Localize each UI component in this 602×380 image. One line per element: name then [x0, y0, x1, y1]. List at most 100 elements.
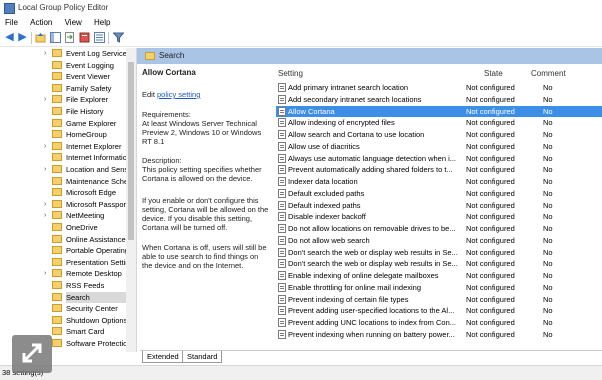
- setting-row[interactable]: Prevent indexing of certain file types No…: [276, 294, 602, 306]
- setting-row[interactable]: Default excluded paths Not configured No: [276, 188, 602, 200]
- show-hide-tree-icon[interactable]: [50, 32, 61, 43]
- setting-row[interactable]: Allow indexing of encrypted files Not con…: [276, 117, 602, 129]
- setting-row[interactable]: Don't search the web or display web resu…: [276, 258, 602, 270]
- setting-row[interactable]: Add secondary intranet search locations N…: [276, 94, 602, 106]
- expand-chevron-icon[interactable]: ›: [44, 210, 46, 221]
- tree-item[interactable]: Search: [0, 291, 126, 303]
- tree-item[interactable]: Family Safety: [0, 83, 126, 94]
- setting-row[interactable]: Prevent adding UNC locations to index fr…: [276, 317, 602, 329]
- expand-chevron-icon[interactable]: ›: [44, 94, 46, 105]
- policy-setting-icon: [278, 294, 286, 304]
- tree-item[interactable]: › Location and Sensors: [0, 164, 126, 175]
- setting-row[interactable]: Enable indexing of online delegate mailb…: [276, 270, 602, 282]
- tree-item[interactable]: Presentation Settings: [0, 257, 126, 268]
- setting-name: Prevent adding UNC locations to index fr…: [288, 318, 456, 327]
- tree-item[interactable]: Security Center: [0, 303, 126, 314]
- tree-item-label: Microsoft Edge: [66, 188, 117, 198]
- settings-list[interactable]: Setting State Comment Add primary intran…: [276, 68, 602, 350]
- setting-state: Not configured: [466, 141, 515, 151]
- column-header-setting[interactable]: Setting: [278, 68, 303, 80]
- tree-item[interactable]: Maintenance Scheduler: [0, 176, 126, 187]
- folder-icon: [52, 118, 62, 127]
- tree-item[interactable]: RSS Feeds: [0, 280, 126, 291]
- setting-state: Not configured: [466, 94, 515, 104]
- tab-extended[interactable]: Extended: [142, 351, 184, 363]
- help-book-icon[interactable]: [79, 32, 90, 43]
- setting-row[interactable]: Allow use of diacritics Not configured No: [276, 141, 602, 153]
- column-header-comment[interactable]: Comment: [531, 68, 566, 80]
- tree-item[interactable]: › NetMeeting: [0, 210, 126, 221]
- back-arrow-icon[interactable]: ◀: [4, 32, 15, 43]
- tree-item[interactable]: › File Explorer: [0, 94, 126, 105]
- setting-state: Not configured: [466, 329, 515, 339]
- folder-up-icon[interactable]: [35, 32, 46, 43]
- tab-standard[interactable]: Standard: [182, 351, 223, 363]
- tree-item-label: Microsoft Passport: [66, 199, 126, 209]
- setting-row[interactable]: Indexer data location Not configured No: [276, 176, 602, 188]
- setting-name: Allow Cortana: [288, 106, 335, 116]
- tree-item[interactable]: › Event Log Service: [0, 48, 126, 59]
- policy-setting-icon: [278, 212, 286, 222]
- tree-item[interactable]: Game Explorer: [0, 118, 126, 129]
- menu-help[interactable]: Help: [89, 16, 115, 30]
- tree-item[interactable]: Online Assistance: [0, 234, 126, 245]
- folder-icon: [52, 304, 62, 313]
- setting-row[interactable]: Add primary intranet search location Not …: [276, 82, 602, 94]
- setting-state: Not configured: [466, 118, 515, 128]
- menu-view[interactable]: View: [60, 16, 87, 30]
- setting-row[interactable]: Prevent adding user-specified locations …: [276, 305, 602, 317]
- tree-item[interactable]: Internet Information: [0, 152, 126, 163]
- setting-row[interactable]: Don't search the web or display web resu…: [276, 247, 602, 259]
- setting-row[interactable]: Allow Cortana Not configured No: [276, 105, 602, 118]
- tree-item[interactable]: › Remote Desktop: [0, 268, 126, 279]
- tree-item[interactable]: OneDrive: [0, 222, 126, 233]
- tree-item[interactable]: HomeGroup: [0, 129, 126, 140]
- setting-row[interactable]: Enable throttling for online mail indexi…: [276, 282, 602, 294]
- setting-row[interactable]: Prevent automatically adding shared fold…: [276, 164, 602, 176]
- expand-chevron-icon[interactable]: ›: [44, 268, 46, 279]
- menu-action[interactable]: Action: [25, 16, 57, 30]
- export-icon[interactable]: [64, 32, 75, 43]
- forward-arrow-icon[interactable]: ▶: [17, 32, 28, 43]
- setting-row[interactable]: Do not allow locations on removable driv…: [276, 223, 602, 235]
- tree-item[interactable]: › Microsoft Passport: [0, 199, 126, 210]
- tree-item[interactable]: › Internet Explorer: [0, 141, 126, 152]
- setting-row[interactable]: Prevent indexing when running on battery…: [276, 329, 602, 341]
- policy-setting-icon: [278, 141, 286, 151]
- expand-chevron-icon[interactable]: ›: [44, 141, 46, 152]
- tree-item[interactable]: File History: [0, 106, 126, 117]
- filter-icon[interactable]: [112, 32, 125, 43]
- menu-bar: File Action View Help: [0, 16, 602, 30]
- tree-scrollbar-thumb[interactable]: [128, 62, 134, 240]
- folder-icon: [52, 234, 62, 243]
- setting-name: Don't search the web or display web resu…: [288, 259, 458, 269]
- setting-row[interactable]: Disable indexer backoff Not configured No: [276, 211, 602, 223]
- expand-chevron-icon[interactable]: ›: [44, 164, 46, 175]
- expand-button[interactable]: [12, 335, 52, 373]
- edit-policy-link[interactable]: policy setting: [157, 90, 200, 99]
- tree-item-label: Internet Information: [66, 153, 126, 163]
- title-bar: Local Group Policy Editor: [0, 0, 602, 16]
- policy-setting-icon: [278, 200, 286, 210]
- tree-item-label: File Explorer: [66, 95, 109, 105]
- setting-row[interactable]: Default indexed paths Not configured No: [276, 200, 602, 212]
- policy-tree[interactable]: › Event Log Service Event Logging Event Vie…: [0, 48, 137, 352]
- setting-name: Default indexed paths: [288, 200, 361, 210]
- tree-item[interactable]: Portable Operating: [0, 245, 126, 256]
- column-header-state[interactable]: State: [484, 68, 503, 80]
- expand-chevron-icon[interactable]: ›: [44, 48, 46, 59]
- tree-item[interactable]: Event Logging: [0, 60, 126, 71]
- setting-row[interactable]: Allow search and Cortana to use location…: [276, 129, 602, 141]
- setting-row[interactable]: Always use automatic language detection …: [276, 153, 602, 165]
- properties-icon[interactable]: [94, 32, 105, 43]
- policy-setting-icon: [278, 118, 286, 128]
- setting-row[interactable]: Do not allow web search Not configured No: [276, 235, 602, 247]
- folder-icon: [52, 176, 62, 185]
- menu-file[interactable]: File: [0, 16, 23, 30]
- tree-item[interactable]: Microsoft Edge: [0, 187, 126, 198]
- folder-icon: [52, 188, 62, 197]
- tree-item[interactable]: Shutdown Options: [0, 315, 126, 326]
- tree-item[interactable]: Event Viewer: [0, 71, 126, 82]
- policy-setting-icon: [278, 329, 286, 339]
- expand-chevron-icon[interactable]: ›: [44, 199, 46, 210]
